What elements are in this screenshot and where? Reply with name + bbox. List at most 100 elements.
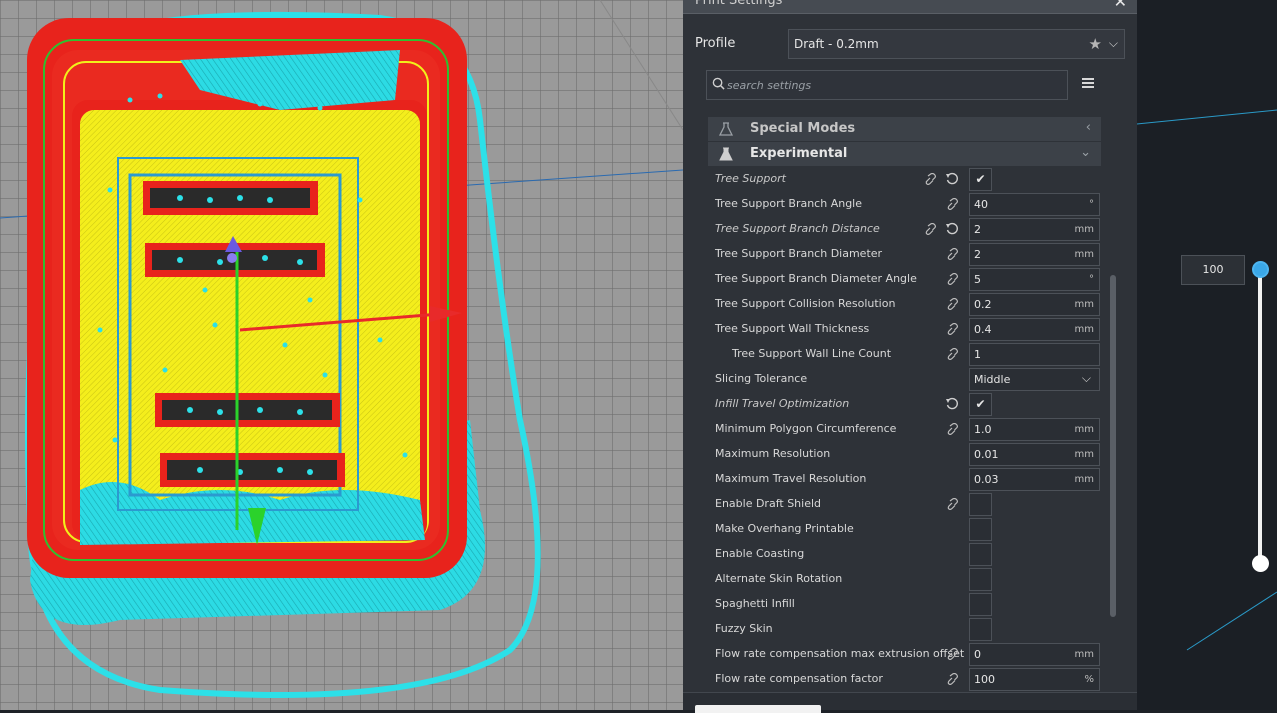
search-box[interactable] — [706, 70, 1068, 100]
setting-label: Tree Support Branch Angle — [715, 197, 862, 210]
setting-enable-coasting: Enable Coasting — [708, 542, 1100, 567]
panel-title: Print Settings — [695, 0, 783, 8]
setting-input[interactable]: 0 mm — [969, 643, 1100, 666]
setting-checkbox[interactable] — [969, 493, 992, 516]
setting-checkbox[interactable]: ✔ — [969, 168, 992, 191]
setting-tree-support-branch-angle: Tree Support Branch Angle 40 ° — [708, 192, 1100, 217]
link-icon[interactable] — [946, 348, 960, 360]
setting-checkbox[interactable]: ✔ — [969, 393, 992, 416]
layer-slider-bottom-handle[interactable] — [1252, 555, 1269, 572]
setting-label: Alternate Skin Rotation — [715, 572, 843, 585]
setting-value: Middle — [974, 373, 1011, 386]
setting-label: Tree Support Branch Diameter Angle — [715, 272, 917, 285]
setting-checkbox[interactable] — [969, 618, 992, 641]
setting-label: Slicing Tolerance — [715, 372, 808, 385]
link-icon[interactable] — [946, 273, 960, 285]
footer-button[interactable] — [695, 705, 821, 713]
reset-icon[interactable] — [945, 397, 959, 411]
setting-label: Maximum Resolution — [715, 447, 831, 460]
setting-tree-support-branch-diameter-angle: Tree Support Branch Diameter Angle 5 ° — [708, 267, 1100, 292]
search-input[interactable] — [727, 76, 1057, 94]
chevron-down-icon: ⌄ — [1080, 145, 1091, 160]
setting-tree-support-wall-thickness: Tree Support Wall Thickness 0.4 mm — [708, 317, 1100, 342]
setting-unit: mm — [1074, 449, 1094, 460]
link-icon[interactable] — [924, 173, 938, 185]
setting-label: Spaghetti Infill — [715, 597, 795, 610]
setting-checkbox[interactable] — [969, 543, 992, 566]
setting-checkbox[interactable] — [969, 568, 992, 591]
build-volume-lines — [1137, 109, 1277, 651]
setting-dropdown[interactable]: Middle ⌵ — [969, 368, 1100, 391]
setting-input[interactable]: 100% — [969, 668, 1100, 691]
3d-viewport[interactable] — [0, 0, 683, 710]
setting-tree-support-wall-line-count: Tree Support Wall Line Count 1 — [708, 342, 1100, 367]
setting-input[interactable]: 1 — [969, 343, 1100, 366]
print-settings-panel: Print Settings ✕ Profile Draft - 0.2mm ★… — [683, 0, 1137, 713]
setting-unit: ° — [1089, 199, 1094, 210]
reset-icon[interactable] — [945, 222, 959, 236]
profile-label: Profile — [695, 36, 736, 51]
panel-footer — [683, 692, 1137, 713]
profile-dropdown[interactable]: Draft - 0.2mm ★ ⌵ — [788, 29, 1125, 59]
setting-value: 0.2 — [974, 298, 992, 311]
setting-checkbox[interactable] — [969, 518, 992, 541]
setting-label: Tree Support Wall Thickness — [715, 322, 870, 335]
setting-input[interactable]: 1.0 mm — [969, 418, 1100, 441]
setting-alternate-skin-rotation: Alternate Skin Rotation — [708, 567, 1100, 592]
setting-label: Tree Support Collision Resolution — [715, 297, 896, 310]
layer-number-box[interactable]: 100 — [1181, 255, 1245, 285]
setting-value: 100 — [974, 673, 995, 686]
settings-menu-icon[interactable] — [1082, 78, 1094, 90]
setting-label: Flow rate compensation max extrusion off… — [715, 647, 965, 660]
link-icon[interactable] — [946, 298, 960, 310]
setting-input[interactable]: 5 ° — [969, 268, 1100, 291]
setting-flow-rate-compensation-max-offset: Flow rate compensation max extrusion off… — [708, 642, 1100, 667]
link-icon[interactable] — [946, 648, 960, 660]
setting-label: Flow rate compensation factor — [715, 672, 883, 685]
setting-label: Make Overhang Printable — [715, 522, 854, 535]
settings-scrollbar[interactable] — [1110, 275, 1116, 617]
setting-unit: mm — [1074, 299, 1094, 310]
setting-checkbox[interactable] — [969, 593, 992, 616]
link-icon[interactable] — [946, 248, 960, 260]
link-icon[interactable] — [946, 673, 960, 685]
setting-maximum-travel-resolution: Maximum Travel Resolution 0.03 mm — [708, 467, 1100, 492]
layer-view: 100 — [1137, 0, 1277, 710]
setting-label: Minimum Polygon Circumference — [715, 422, 897, 435]
setting-value: 5 — [974, 273, 981, 286]
category-special-modes[interactable]: Special Modes ‹ — [708, 117, 1101, 141]
category-experimental[interactable]: Experimental ⌄ — [708, 142, 1101, 166]
setting-fuzzy-skin: Fuzzy Skin — [708, 617, 1100, 642]
setting-value: 0.03 — [974, 473, 999, 486]
link-icon[interactable] — [946, 498, 960, 510]
reset-icon[interactable] — [945, 172, 959, 186]
setting-input[interactable]: 0.2 mm — [969, 293, 1100, 316]
setting-value: 0.01 — [974, 448, 999, 461]
setting-unit: mm — [1074, 474, 1094, 485]
link-icon[interactable] — [924, 223, 938, 235]
setting-value: 1.0 — [974, 423, 992, 436]
setting-unit: mm — [1074, 424, 1094, 435]
sliced-model-preview — [0, 0, 683, 698]
category-label: Special Modes — [750, 121, 856, 136]
setting-input[interactable]: 2 mm — [969, 218, 1100, 241]
setting-input[interactable]: 0.01 mm — [969, 443, 1100, 466]
setting-label: Tree Support Branch Diameter — [715, 247, 883, 260]
profile-value: Draft - 0.2mm — [794, 37, 879, 51]
layer-slider-track[interactable] — [1258, 268, 1262, 564]
setting-value: 40 — [974, 198, 988, 211]
close-icon[interactable]: ✕ — [1114, 0, 1127, 11]
setting-input[interactable]: 2 mm — [969, 243, 1100, 266]
link-icon[interactable] — [946, 198, 960, 210]
setting-label: Fuzzy Skin — [715, 622, 773, 635]
star-icon[interactable]: ★ — [1089, 35, 1102, 53]
setting-input[interactable]: 40 ° — [969, 193, 1100, 216]
chevron-down-icon: ⌵ — [1081, 371, 1091, 385]
link-icon[interactable] — [946, 423, 960, 435]
setting-input[interactable]: 0.4 mm — [969, 318, 1100, 341]
setting-input[interactable]: 0.03 mm — [969, 468, 1100, 491]
setting-unit: mm — [1074, 224, 1094, 235]
layer-slider-top-handle[interactable] — [1252, 261, 1269, 278]
link-icon[interactable] — [946, 323, 960, 335]
chevron-left-icon: ‹ — [1085, 120, 1091, 135]
